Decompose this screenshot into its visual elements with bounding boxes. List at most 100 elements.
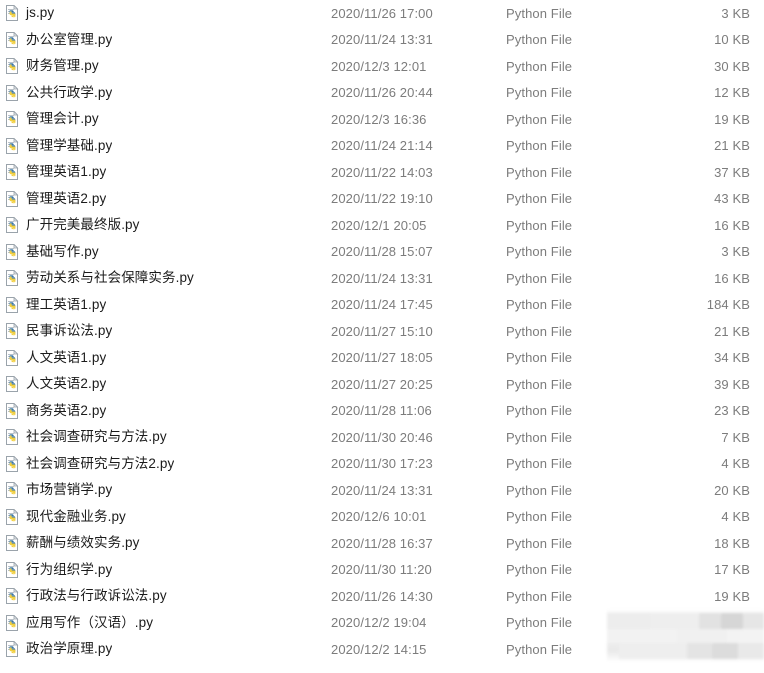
file-date-modified: 2020/11/30 20:46 — [331, 429, 433, 445]
file-name-cell[interactable]: 广开完美最终版.py — [4, 212, 140, 239]
file-name-cell[interactable]: 社会调查研究与方法.py — [4, 424, 167, 451]
file-row[interactable]: 市场营销学.py 2020/11/24 13:31 Python File 20 KB — [0, 477, 764, 504]
file-name-cell[interactable]: 人文英语2.py — [4, 371, 106, 398]
file-name-cell[interactable]: 行为组织学.py — [4, 557, 112, 584]
file-row[interactable]: 财务管理.py 2020/12/3 12:01 Python File 30 KB — [0, 53, 764, 80]
file-name-label: 民事诉讼法.py — [26, 323, 113, 339]
file-name-cell[interactable]: 办公室管理.py — [4, 27, 112, 54]
file-size: 17 KB — [714, 562, 750, 578]
python-file-icon — [4, 4, 20, 22]
file-name-cell[interactable]: 财务管理.py — [4, 53, 99, 80]
file-date-modified: 2020/11/27 15:10 — [331, 323, 433, 339]
file-size: 21 KB — [714, 323, 750, 339]
python-file-icon — [4, 428, 20, 446]
file-date-modified: 2020/12/6 10:01 — [331, 509, 427, 525]
file-row[interactable]: 管理会计.py 2020/12/3 16:36 Python File 19 KB — [0, 106, 764, 133]
file-name-label: 人文英语2.py — [26, 376, 107, 392]
file-row[interactable]: 人文英语1.py 2020/11/27 18:05 Python File 34 KB — [0, 345, 764, 372]
file-name-cell[interactable]: 理工英语1.py — [4, 292, 106, 319]
file-row[interactable]: 民事诉讼法.py 2020/11/27 15:10 Python File 21 KB — [0, 318, 764, 345]
file-date-modified: 2020/11/24 21:14 — [331, 138, 433, 154]
file-date-modified: 2020/11/26 17:00 — [331, 5, 433, 21]
python-file-icon — [4, 455, 20, 472]
file-name-cell[interactable]: js.py — [4, 0, 54, 27]
python-file-icon — [4, 508, 20, 525]
file-row[interactable]: 薪酬与绩效实务.py 2020/11/28 16:37 Python File 18 … — [0, 530, 764, 557]
file-name-cell[interactable]: 行政法与行政诉讼法.py — [4, 583, 167, 610]
file-size: 30 KB — [714, 58, 750, 74]
file-name-cell[interactable]: 基础写作.py — [4, 239, 99, 266]
file-size: 43 KB — [714, 191, 750, 207]
file-row[interactable]: 公共行政学.py 2020/11/26 20:44 Python File 12 KB — [0, 80, 764, 107]
python-file-icon — [4, 57, 20, 75]
python-file-icon — [4, 402, 20, 419]
file-date-modified: 2020/11/24 13:31 — [331, 482, 433, 498]
file-row[interactable]: 管理英语2.py 2020/11/22 19:10 Python File 43 KB — [0, 186, 764, 213]
python-file-icon — [4, 31, 20, 48]
file-name-cell[interactable]: 管理英语2.py — [4, 186, 106, 213]
file-size: 16 KB — [714, 270, 750, 286]
file-name-label: 财务管理.py — [26, 58, 99, 74]
file-row[interactable]: 社会调查研究与方法.py 2020/11/30 20:46 Python File 7… — [0, 424, 764, 451]
file-date-modified: 2020/11/27 20:25 — [331, 376, 433, 392]
file-name-cell[interactable]: 民事诉讼法.py — [4, 318, 112, 345]
file-name-label: 政治学原理.py — [26, 641, 113, 657]
file-row[interactable]: 政治学原理.py 2020/12/2 14:15 Python File — [0, 636, 764, 663]
file-name-label: 现代金融业务.py — [26, 508, 126, 524]
file-row[interactable]: 社会调查研究与方法2.py 2020/11/30 17:23 Python File… — [0, 451, 764, 478]
file-row[interactable]: js.py 2020/11/26 17:00 Python File 3 KB — [0, 0, 764, 27]
file-name-cell[interactable]: 社会调查研究与方法2.py — [4, 451, 174, 478]
file-size: 23 KB — [714, 403, 750, 419]
file-name-label: js.py — [26, 5, 55, 21]
file-name-cell[interactable]: 管理英语1.py — [4, 159, 106, 186]
file-list[interactable]: js.py 2020/11/26 17:00 Python File 3 KB 办公室管… — [0, 0, 764, 673]
file-size — [560, 636, 750, 663]
file-row[interactable]: 理工英语1.py 2020/11/24 17:45 Python File 184 K… — [0, 292, 764, 319]
file-size: 34 KB — [714, 350, 750, 366]
file-name-cell[interactable]: 商务英语2.py — [4, 398, 106, 425]
file-name-cell[interactable]: 公共行政学.py — [4, 80, 112, 107]
file-size: 3 KB — [721, 5, 750, 21]
file-row[interactable]: 行为组织学.py 2020/11/30 11:20 Python File 17 KB — [0, 557, 764, 584]
file-name-label: 市场营销学.py — [26, 482, 113, 498]
file-row[interactable]: 办公室管理.py 2020/11/24 13:31 Python File 10 KB — [0, 27, 764, 54]
file-name-cell[interactable]: 市场营销学.py — [4, 477, 112, 504]
file-name-cell[interactable]: 应用写作（汉语）.py — [4, 610, 153, 637]
python-file-icon — [4, 110, 20, 128]
file-date-modified: 2020/11/26 14:30 — [331, 588, 433, 604]
python-file-icon — [4, 614, 20, 631]
file-name-cell[interactable]: 人文英语1.py — [4, 345, 106, 372]
file-name-cell[interactable]: 政治学原理.py — [4, 636, 112, 663]
file-date-modified: 2020/11/28 16:37 — [331, 535, 433, 551]
file-name-label: 管理学基础.py — [26, 137, 113, 153]
file-row[interactable]: 管理英语1.py 2020/11/22 14:03 Python File 37 KB — [0, 159, 764, 186]
file-date-modified: 2020/12/3 12:01 — [331, 58, 427, 74]
file-name-cell[interactable]: 现代金融业务.py — [4, 504, 126, 531]
file-row[interactable]: 人文英语2.py 2020/11/27 20:25 Python File 39 KB — [0, 371, 764, 398]
file-row[interactable]: 行政法与行政诉讼法.py 2020/11/26 14:30 Python File 1… — [0, 583, 764, 610]
file-row[interactable]: 现代金融业务.py 2020/12/6 10:01 Python File 4 KB — [0, 504, 764, 531]
file-row[interactable]: 管理学基础.py 2020/11/24 21:14 Python File 21 KB — [0, 133, 764, 160]
file-name-cell[interactable]: 薪酬与绩效实务.py — [4, 530, 140, 557]
file-size: 19 KB — [714, 111, 750, 127]
file-size: 37 KB — [714, 164, 750, 180]
file-date-modified: 2020/11/30 17:23 — [331, 456, 433, 472]
file-row[interactable]: 广开完美最终版.py 2020/12/1 20:05 Python File 16 K… — [0, 212, 764, 239]
file-name-label: 公共行政学.py — [26, 84, 113, 100]
file-name-cell[interactable]: 管理学基础.py — [4, 133, 112, 160]
file-date-modified: 2020/11/24 17:45 — [331, 297, 433, 313]
file-name-cell[interactable]: 管理会计.py — [4, 106, 99, 133]
file-date-modified: 2020/11/28 11:06 — [331, 403, 432, 419]
python-file-icon — [4, 561, 20, 578]
file-date-modified: 2020/11/30 11:20 — [331, 562, 432, 578]
file-size: 7 KB — [721, 429, 750, 445]
file-name-label: 薪酬与绩效实务.py — [26, 535, 140, 551]
file-size: 184 KB — [706, 297, 750, 313]
file-name-label: 行为组织学.py — [26, 561, 113, 577]
file-row[interactable]: 商务英语2.py 2020/11/28 11:06 Python File 23 KB — [0, 398, 764, 425]
file-row[interactable]: 应用写作（汉语）.py 2020/12/2 19:04 Python File — [0, 610, 764, 637]
file-row[interactable]: 基础写作.py 2020/11/28 15:07 Python File 3 KB — [0, 239, 764, 266]
file-name-cell[interactable]: 劳动关系与社会保障实务.py — [4, 265, 194, 292]
file-row[interactable]: 劳动关系与社会保障实务.py 2020/11/24 13:31 Python Fil… — [0, 265, 764, 292]
python-file-icon — [4, 322, 20, 340]
